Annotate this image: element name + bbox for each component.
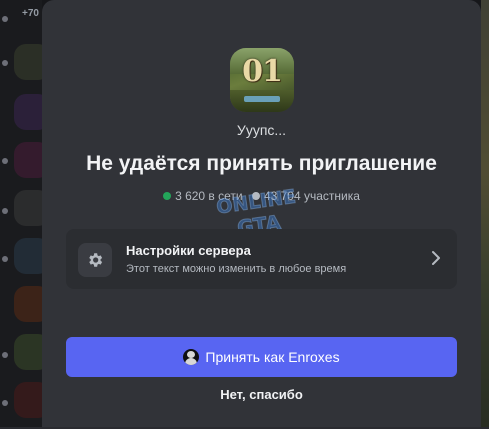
online-count: 3 620 в сети bbox=[175, 189, 243, 203]
rail-dot bbox=[2, 256, 8, 262]
rail-dot bbox=[2, 158, 8, 164]
server-icon: 01 bbox=[230, 48, 294, 112]
members-dot-icon bbox=[251, 192, 260, 200]
accept-button-label: Принять как Enroxes bbox=[205, 349, 340, 365]
members-stat: 43 704 участника bbox=[251, 189, 360, 203]
invite-modal: 01 Ууупс... Не удаётся принять приглашен… bbox=[42, 0, 481, 429]
server-icon-logo: 01 bbox=[242, 54, 283, 89]
server-stats: 3 620 в сети 43 704 участника bbox=[42, 189, 481, 203]
background-image-edge bbox=[481, 0, 489, 429]
member-count: 43 704 участника bbox=[263, 189, 360, 203]
server-rail: +70 bbox=[0, 0, 50, 429]
rail-badge: +70 bbox=[22, 8, 39, 19]
rail-dot bbox=[2, 60, 8, 66]
modal-title: Не удаётся принять приглашение bbox=[86, 152, 437, 175]
online-dot-icon bbox=[163, 192, 172, 200]
accept-invite-button[interactable]: Принять как Enroxes bbox=[66, 337, 457, 377]
gear-icon bbox=[89, 253, 103, 267]
rail-dot bbox=[2, 208, 8, 214]
settings-card-title: Настройки сервера bbox=[126, 243, 251, 258]
settings-card-subtitle: Этот текст можно изменить в любое время bbox=[126, 263, 347, 275]
rail-dot bbox=[2, 16, 8, 22]
chevron-right-icon bbox=[432, 251, 440, 265]
rail-dot bbox=[2, 400, 8, 406]
gear-icon-box bbox=[78, 243, 112, 277]
decline-button[interactable]: Нет, спасибо bbox=[42, 387, 481, 402]
server-settings-card[interactable]: Настройки сервера Этот текст можно измен… bbox=[66, 229, 457, 289]
avatar bbox=[183, 349, 200, 365]
server-name: Ууупс... bbox=[236, 122, 287, 138]
rail-dot bbox=[2, 352, 8, 358]
online-stat: 3 620 в сети bbox=[163, 189, 243, 203]
